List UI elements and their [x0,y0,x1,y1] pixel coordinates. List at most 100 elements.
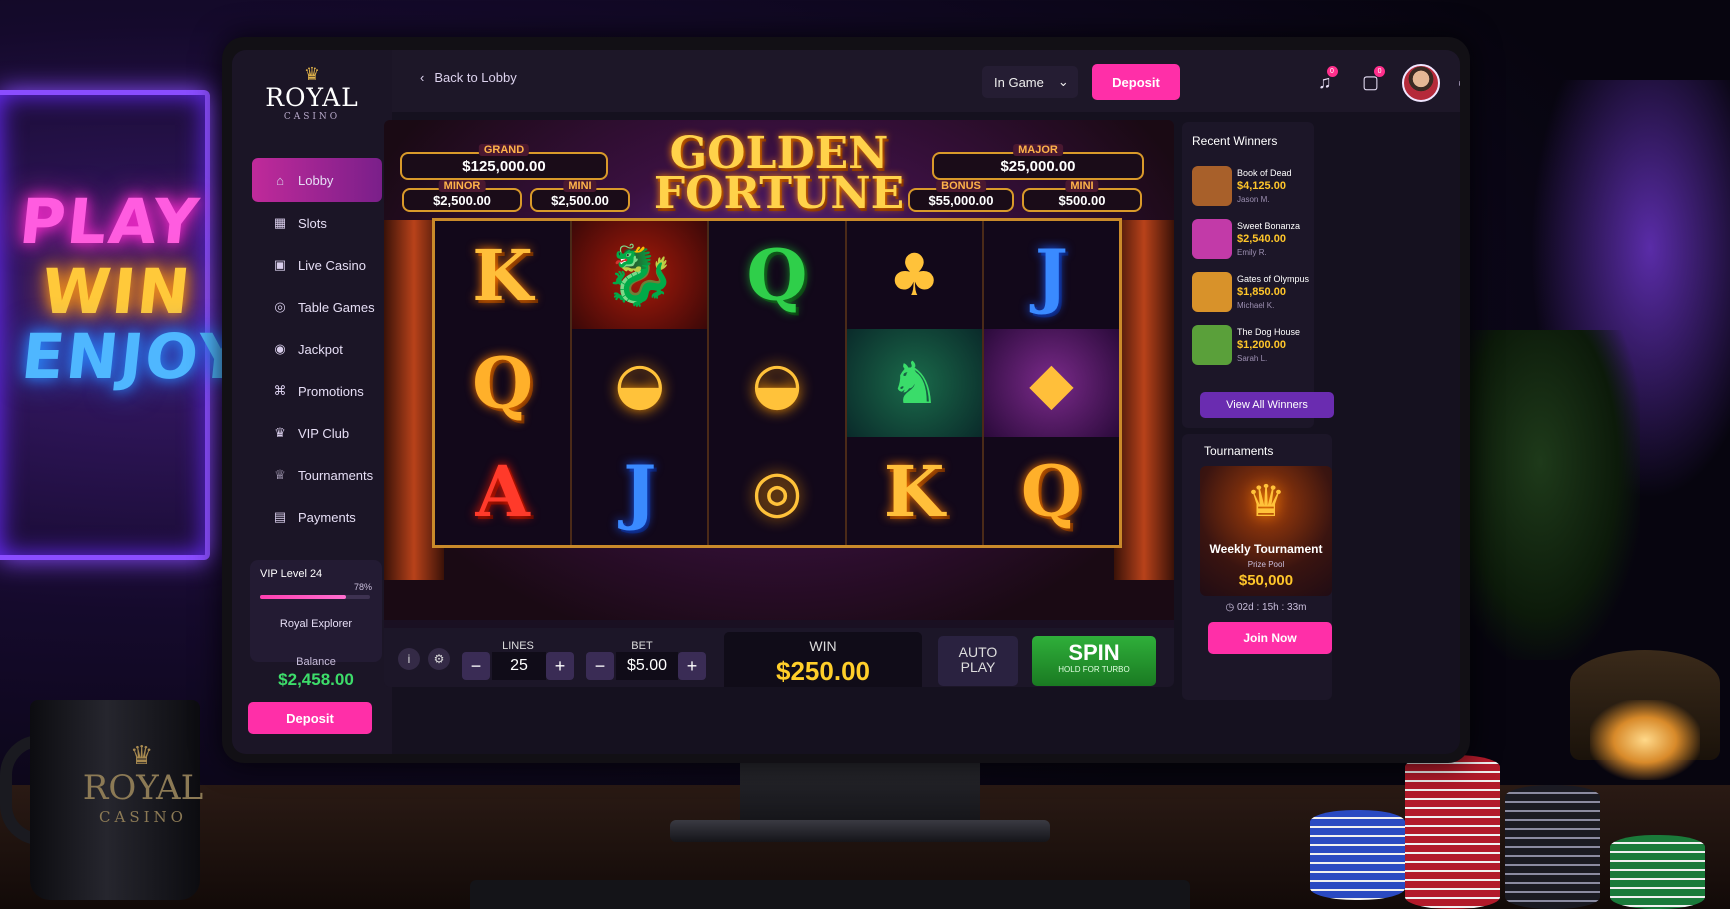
screen: ♛ ROYAL CASINO ⌂ Lobby ▦ Slots ▣ Live Casin… [232,50,1460,754]
jackpot-value: $125,000.00 [462,157,546,175]
poker-chips [1310,755,1730,909]
winner-item[interactable]: Sweet Bonanza $2,540.00 Emily R. [1192,219,1308,267]
keyboard [470,880,1190,909]
lines-minus-button[interactable]: − [462,652,490,680]
jackpot-tag: BONUS [936,180,986,192]
slots-icon: ▦ [273,215,287,230]
jackpot-value: $500.00 [1058,192,1106,208]
logo-name: ROYAL [265,83,359,112]
mug-logo: ROYAL CASINO [82,768,204,826]
bell-icon[interactable]: ♫ 0 [1318,66,1338,93]
reel-symbol: J [1034,233,1068,317]
bet-plus-button[interactable]: + [678,652,706,680]
tournament-timer: ◷ 02d : 15h : 33m [1225,602,1307,613]
sidebar-item-vip-club[interactable]: ♛ VIP Club [252,412,382,454]
sidebar-item-promotions[interactable]: ⌘ Promotions [252,370,382,412]
expand-icon[interactable]: ⤢ [1458,72,1460,90]
balance-value: $2,458.00 [278,670,354,689]
winner-item[interactable]: The Dog House $1,200.00 Sarah L. [1192,325,1308,373]
game-thumbnail [1192,325,1232,365]
avatar[interactable] [1402,64,1440,102]
vip-rank: Royal Explorer [279,618,353,630]
sidebar-item-label: Live Casino [298,257,366,273]
reel-symbol: 🐉 [572,221,708,329]
game-title: GOLDEN FORTUNE [653,128,905,219]
sidebar: ♛ ROYAL CASINO ⌂ Lobby ▦ Slots ▣ Live Casin… [232,50,392,754]
spin-button[interactable]: SPIN HOLD FOR TURBO [1032,636,1156,686]
join-now-button[interactable]: Join Now [1208,622,1332,654]
winner-item[interactable]: Gates of Olympus $1,850.00 Michael K. [1192,272,1309,320]
sidebar-item-label: Promotions [298,383,364,399]
reel-symbol: ♣ [888,241,941,309]
logo[interactable]: ♛ ROYAL CASINO [232,66,392,123]
jackpot-tag: MINOR [438,180,486,192]
reel-grid[interactable]: K Q A 🐉 ◒ J Q ◒ ◎ ♣ ♞ K J ◆ Q [432,218,1122,548]
clock-icon: ◷ [1225,602,1237,613]
crown-icon: ♛ [130,740,154,770]
win-value: $250.00 [776,656,870,686]
sidebar-item-label: Payments [298,509,356,525]
live-casino-icon: ▣ [273,257,287,272]
sidebar-item-lobby[interactable]: ⌂ Lobby [252,158,382,202]
jackpot-tag: MINI [1065,180,1099,192]
reel-4: ♣ ♞ K [846,221,984,545]
logo-sub: CASINO [283,112,341,122]
chevron-left-icon: ‹ [420,70,425,85]
jackpot-tag: MINI [563,180,597,192]
vip-level: VIP Level 24 [260,568,323,580]
reel-symbol: J [623,449,657,533]
status-label: In Game [994,74,1044,90]
status-dropdown[interactable]: In Game ⌄ [982,66,1078,98]
tournaments-panel: Tournaments ♛ Weekly Tournament Prize Po… [1182,434,1332,700]
jackpot-value: $55,000.00 [928,192,994,208]
gift-icon: ⌘ [273,383,287,398]
recent-winners-title: Recent Winners [1192,134,1278,148]
small-jackpot: MINI $500.00 [1022,180,1142,212]
game-thumbnail [1192,219,1232,259]
trophy-icon: ♕ [274,467,286,482]
back-to-lobby-link[interactable]: ‹ Back to Lobby [420,70,517,85]
sidebar-deposit-button[interactable]: Deposit [248,702,372,734]
sidebar-item-slots[interactable]: ▦ Slots [252,202,382,244]
tournament-card[interactable]: ♛ Weekly Tournament Prize Pool $50,000 [1200,466,1332,596]
sidebar-item-live-casino[interactable]: ▣ Live Casino [252,244,382,286]
autoplay-button[interactable]: AUTO PLAY [938,636,1018,686]
game-controls: i ⚙ LINES − 25 + BET − $5.00 + WIN $250.… [384,628,1174,687]
sidebar-item-table-games[interactable]: ◎ Table Games [252,286,382,328]
notification-badge: 0 [1326,66,1338,77]
sidebar-item-tournaments[interactable]: ♕ Tournaments [252,454,382,496]
settings-icon[interactable]: ⚙ [428,648,450,670]
monitor-stand [740,760,980,825]
message-icon[interactable]: ▢ 0 [1362,66,1386,93]
home-icon: ⌂ [276,172,284,188]
sidebar-item-label: Lobby [298,172,334,188]
info-button[interactable]: i [398,648,420,670]
sidebar-nav: ⌂ Lobby ▦ Slots ▣ Live Casino ◎ Table Games … [252,158,382,538]
notification-badge: 0 [1374,66,1386,77]
sidebar-item-label: Slots [298,215,327,231]
bet-minus-button[interactable]: − [586,652,614,680]
winner-item[interactable]: Book of Dead $4,125.00 Jason M. [1192,166,1308,214]
prize-pool-label: Prize Pool [1247,560,1285,569]
reel-1: KQA [435,221,573,545]
reel-symbol: ◒ [751,349,803,417]
topbar: ‹ Back to Lobby In Game ⌄ Deposit ♫0 ▢0 ⤢ [392,50,1460,112]
chevron-down-icon: ⌄ [1057,74,1069,89]
reel-3: Q ◒ ◎ [709,221,847,545]
lines-label: LINES [502,640,534,652]
sidebar-item-jackpot[interactable]: ◉ Jackpot [252,328,382,370]
topbar-deposit-button[interactable]: Deposit [1092,64,1180,100]
game-thumbnail [1192,166,1232,206]
bet-value: $5.00 [616,652,678,680]
lines-plus-button[interactable]: + [546,652,574,680]
sidebar-item-label: Tournaments [298,467,374,483]
recent-winners-panel: Recent Winners Book of Dead $4,125.00 Jaso… [1182,122,1334,428]
table-games-icon: ◎ [274,299,286,314]
reel-symbol: ♞ [846,329,982,437]
neon-win: WIN [38,255,196,328]
sidebar-item-payments[interactable]: ▤ Payments [252,496,382,538]
reel-symbol: ◒ [614,349,666,417]
monitor-base [670,820,1050,842]
view-all-winners-button[interactable]: View All Winners [1200,392,1334,418]
reel-symbol: A [475,449,530,533]
